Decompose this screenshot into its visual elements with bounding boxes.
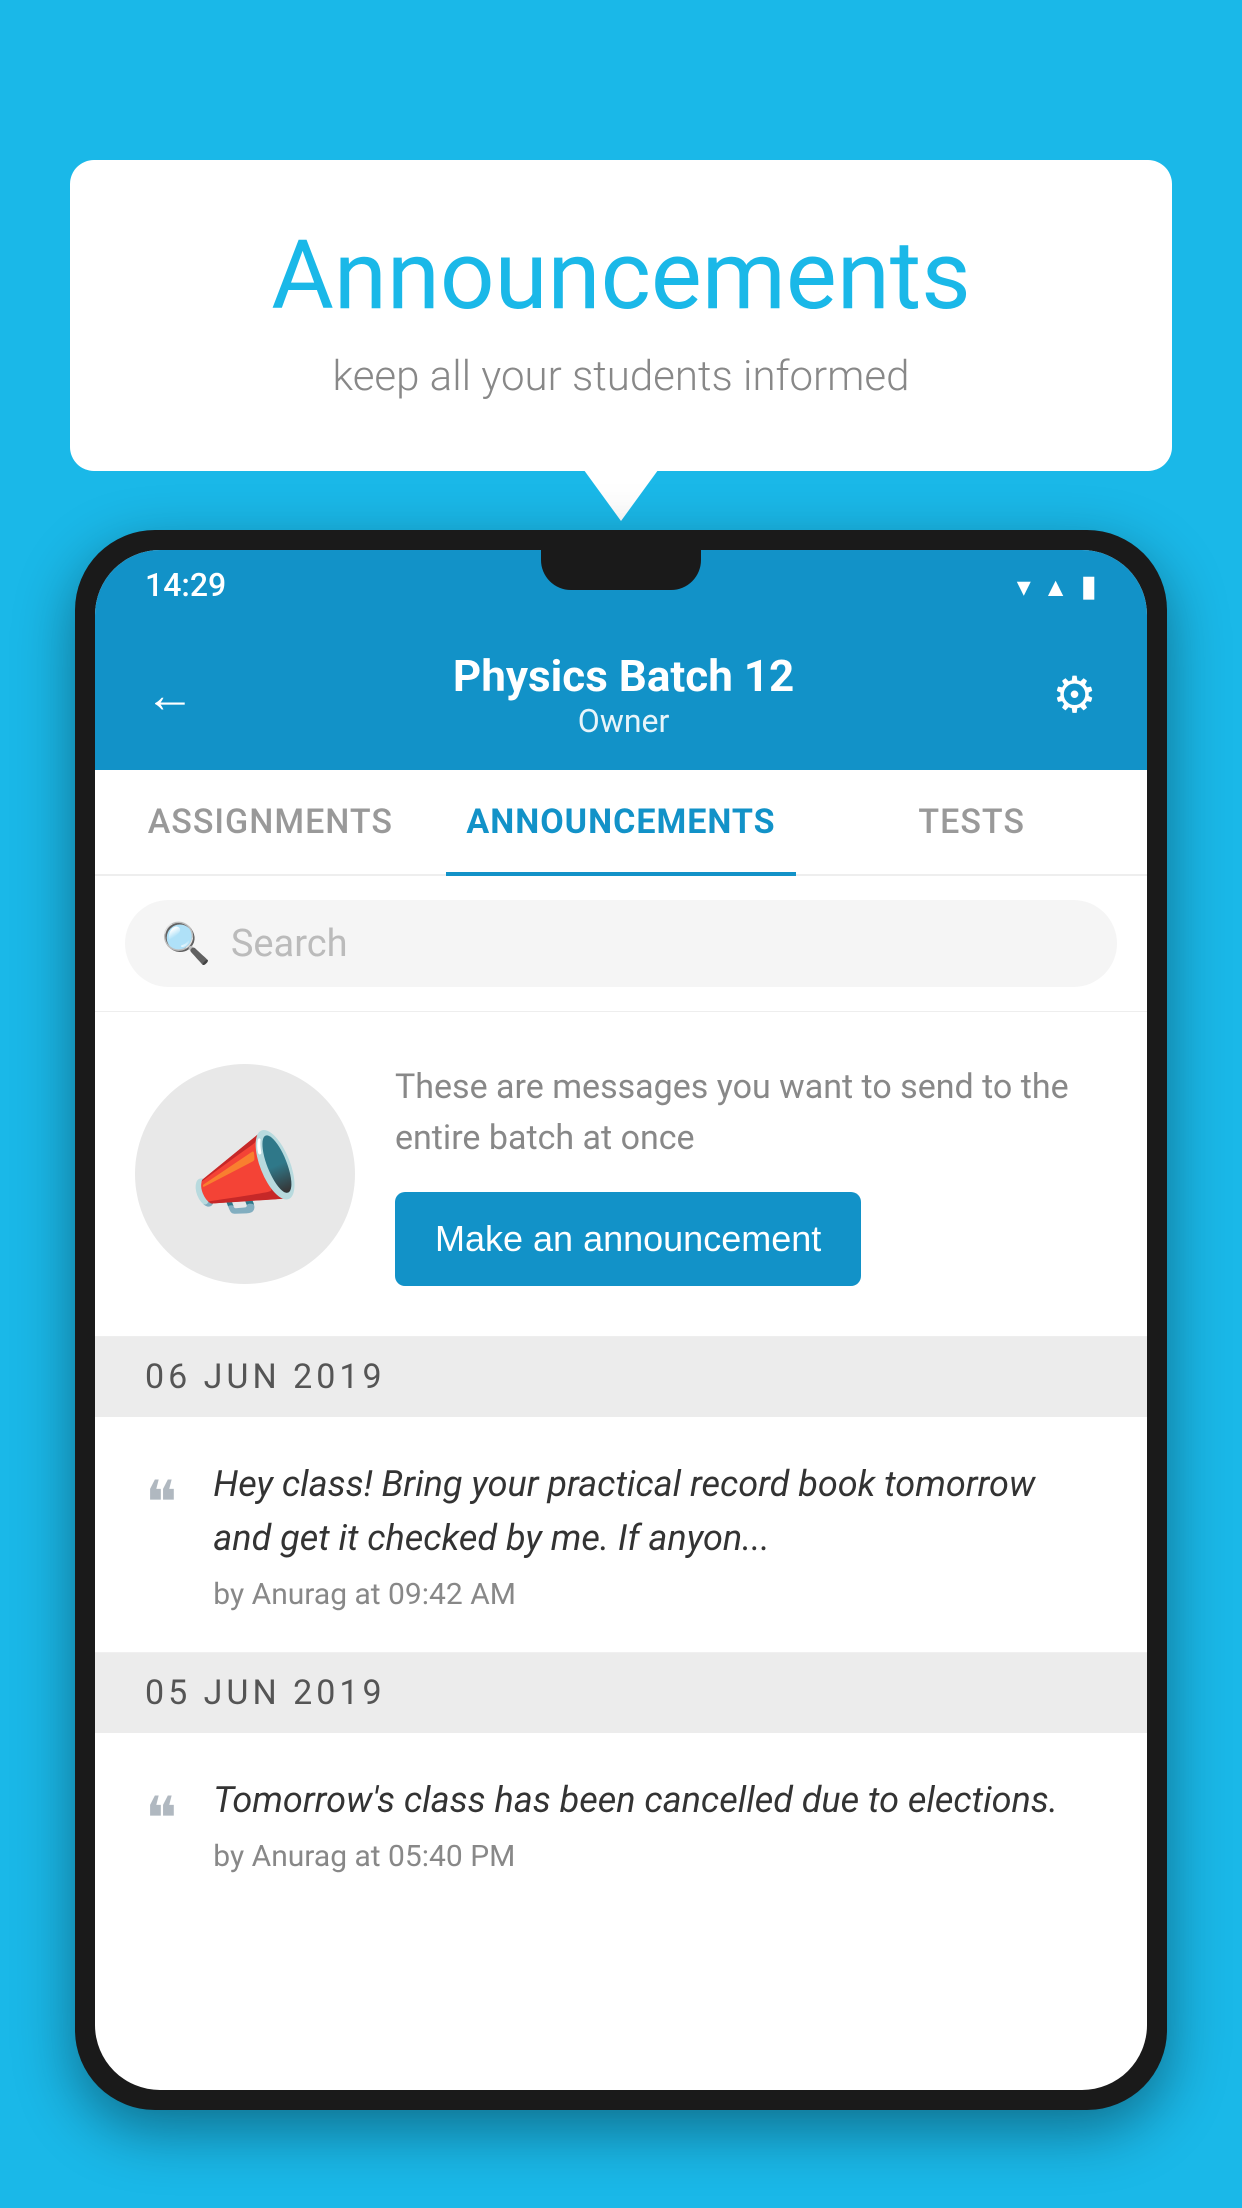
batch-title: Physics Batch 12 — [453, 650, 794, 702]
announcement-content-2: Tomorrow's class has been cancelled due … — [213, 1773, 1097, 1874]
announcement-item-1[interactable]: ❝ Hey class! Bring your practical record… — [95, 1417, 1147, 1653]
tab-announcements[interactable]: ANNOUNCEMENTS — [446, 770, 797, 874]
date-label-2: 05 JUN 2019 — [145, 1673, 386, 1713]
announcement-content-1: Hey class! Bring your practical record b… — [213, 1457, 1097, 1612]
status-icons — [1017, 566, 1097, 604]
announcement-text-1: Hey class! Bring your practical record b… — [213, 1457, 1097, 1565]
settings-icon[interactable]: ⚙ — [1052, 666, 1097, 725]
announcement-prompt: 📣 These are messages you want to send to… — [95, 1012, 1147, 1337]
prompt-description: These are messages you want to send to t… — [395, 1062, 1107, 1164]
phone-notch — [541, 550, 701, 590]
phone-container: 14:29 ← Physics Batch 12 Owner ⚙ — [75, 530, 1167, 2208]
speech-bubble: Announcements keep all your students inf… — [70, 160, 1172, 471]
megaphone-icon: 📣 — [189, 1122, 301, 1227]
tab-assignments[interactable]: ASSIGNMENTS — [95, 770, 446, 874]
status-time: 14:29 — [145, 566, 226, 604]
search-placeholder: Search — [231, 922, 348, 966]
owner-label: Owner — [453, 702, 794, 740]
header-center: Physics Batch 12 Owner — [453, 650, 794, 740]
tab-tests[interactable]: TESTS — [796, 770, 1147, 874]
make-announcement-button[interactable]: Make an announcement — [395, 1192, 861, 1286]
battery-icon — [1080, 566, 1097, 604]
wifi-icon — [1017, 566, 1031, 604]
announcement-meta-2: by Anurag at 05:40 PM — [213, 1839, 1097, 1874]
search-container: 🔍 Search — [95, 876, 1147, 1012]
date-section-1: 06 JUN 2019 — [95, 1337, 1147, 1417]
prompt-content: These are messages you want to send to t… — [395, 1062, 1107, 1286]
announcement-item-2[interactable]: ❝ Tomorrow's class has been cancelled du… — [95, 1733, 1147, 1914]
phone-frame: 14:29 ← Physics Batch 12 Owner ⚙ — [75, 530, 1167, 2110]
signal-icon — [1043, 566, 1069, 604]
quote-icon-1: ❝ — [145, 1467, 177, 1538]
speech-bubble-subtitle: keep all your students informed — [150, 352, 1092, 401]
back-button[interactable]: ← — [145, 666, 195, 725]
phone-screen: 14:29 ← Physics Batch 12 Owner ⚙ — [95, 550, 1147, 2090]
announcement-meta-1: by Anurag at 09:42 AM — [213, 1577, 1097, 1612]
announcement-text-2: Tomorrow's class has been cancelled due … — [213, 1773, 1097, 1827]
quote-icon-2: ❝ — [145, 1783, 177, 1854]
date-section-2: 05 JUN 2019 — [95, 1653, 1147, 1733]
speech-bubble-title: Announcements — [150, 220, 1092, 332]
date-label-1: 06 JUN 2019 — [145, 1357, 386, 1397]
speech-bubble-container: Announcements keep all your students inf… — [70, 160, 1172, 471]
megaphone-circle: 📣 — [135, 1064, 355, 1284]
search-icon: 🔍 — [161, 920, 211, 967]
search-bar[interactable]: 🔍 Search — [125, 900, 1117, 987]
app-header: ← Physics Batch 12 Owner ⚙ — [95, 620, 1147, 770]
tabs-bar: ASSIGNMENTS ANNOUNCEMENTS TESTS — [95, 770, 1147, 876]
